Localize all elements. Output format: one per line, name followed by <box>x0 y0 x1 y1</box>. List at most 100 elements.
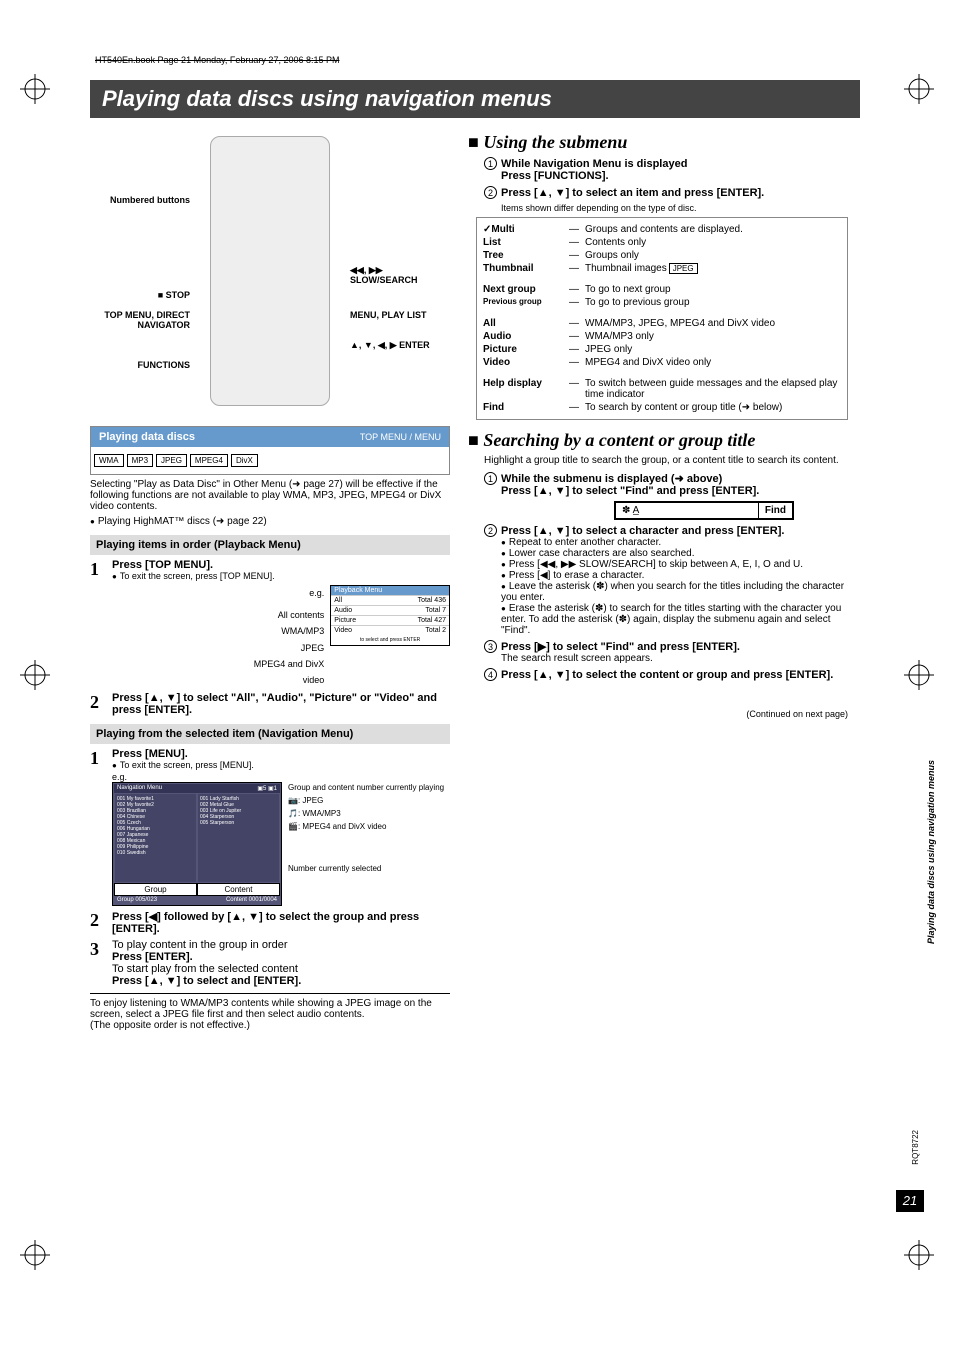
pb-label-jpeg: JPEG <box>230 640 324 656</box>
page-content: Playing data discs using navigation menu… <box>90 80 860 1031</box>
search-b5: Leave the asterisk (✽) when you search f… <box>501 581 848 603</box>
callout-bottom: Number currently selected <box>288 863 444 876</box>
pb-row-r: Total 427 <box>418 617 446 624</box>
chip-mpeg4: MPEG4 <box>190 454 228 467</box>
crop-header: HT540En.book Page 21 Monday, February 27… <box>95 55 340 65</box>
section-using-submenu: Using the submenu <box>468 132 848 153</box>
side-section-label: Playing data discs using navigation menu… <box>926 760 936 944</box>
nav-menu-title: Navigation Menu <box>117 785 162 792</box>
step-topmenu-note: To exit the screen, press [TOP MENU]. <box>112 571 450 581</box>
remote-diagram: Numbered buttons ■ STOP TOP MENU, DIRECT… <box>90 136 450 426</box>
label-slow-search: ◀◀, ▶▶ SLOW/SEARCH <box>350 266 450 286</box>
step-select-all: Press [▲, ▼] to select "All", "Audio", "… <box>112 692 450 716</box>
pb-label-mpeg4: MPEG4 and DivX video <box>230 656 324 688</box>
circled-1-icon: 1 <box>484 157 497 170</box>
nav-status-content: Content 0001/0004 <box>226 897 277 903</box>
pb-row-l: All <box>334 597 342 604</box>
pb-row-l: Picture <box>334 617 356 624</box>
find-input-diagram: ✽ A̲ Find <box>614 501 794 520</box>
crop-mark-icon <box>20 660 50 693</box>
search-b4: Press [◀] to erase a character. <box>501 570 848 581</box>
chip-jpeg: JPEG <box>156 454 187 467</box>
chip-wma: WMA <box>94 454 124 467</box>
intro-bullet: Playing HighMAT™ discs (➜ page 22) <box>90 516 450 527</box>
submenu-s2: Press [▲, ▼] to select an item and press… <box>501 187 764 199</box>
step-number: 2 <box>90 910 104 935</box>
label-menu-playlist: MENU, PLAY LIST <box>350 311 450 321</box>
chip-divx: DivX <box>231 454 258 467</box>
nav-menu-content-btn: Content <box>197 883 280 896</box>
callout-wma: 🎵: WMA/MP3 <box>288 808 444 821</box>
pb-row-l: Video <box>334 627 352 634</box>
page-number: 21 <box>896 1190 924 1212</box>
step-number: 1 <box>90 559 104 581</box>
note-box: To enjoy listening to WMA/MP3 contents w… <box>90 993 450 1031</box>
pb-label-all: All contents <box>230 607 324 623</box>
nav-menu-groups: 001 My favorite1002 My favorite2 003 Bra… <box>115 794 196 882</box>
crop-mark-icon <box>904 660 934 693</box>
eg-label: e.g. <box>230 585 324 601</box>
navigation-menu-diagram: Navigation Menu▣5 ▣1 001 My favorite1002… <box>112 782 282 906</box>
callout-jpeg: 📷: JPEG <box>288 795 444 808</box>
step-menu-note: To exit the screen, press [MENU]. <box>112 760 450 770</box>
search-b2: Lower case characters are also searched. <box>501 548 848 559</box>
search-s3n: The search result screen appears. <box>501 653 848 664</box>
step3-a: To play content in the group in order <box>112 939 450 951</box>
submenu-s1: While Navigation Menu is displayed <box>501 158 687 170</box>
search-b6: Erase the asterisk (✽) to search for the… <box>501 603 848 636</box>
search-s4: Press [▲, ▼] to select the content or gr… <box>501 669 833 681</box>
crop-mark-icon <box>904 74 934 107</box>
box-right-label: TOP MENU / MENU <box>360 432 441 442</box>
crop-mark-icon <box>20 74 50 107</box>
doc-id: RQT8722 <box>911 1130 920 1165</box>
step-menu: Press [MENU]. <box>112 748 450 760</box>
step-number: 1 <box>90 748 104 906</box>
search-s1b: Press [▲, ▼] to select "Find" and press … <box>501 485 848 497</box>
search-s2: Press [▲, ▼] to select a character and p… <box>501 525 784 537</box>
page-title-banner: Playing data discs using navigation menu… <box>90 80 860 118</box>
step-number: 2 <box>90 692 104 716</box>
crop-mark-icon <box>20 1240 50 1273</box>
circled-2-icon: 2 <box>484 524 497 537</box>
circled-3-icon: 3 <box>484 640 497 653</box>
remote-outline <box>210 136 330 406</box>
circled-1-icon: 1 <box>484 472 497 485</box>
submenu-s1b: Press [FUNCTIONS]. <box>501 170 848 182</box>
callout-top: Group and content number currently playi… <box>288 782 444 795</box>
nav-status-group: Group 005/023 <box>117 897 157 903</box>
section-searching: Searching by a content or group title <box>468 430 848 451</box>
pb-menu-head: Playback Menu <box>331 586 449 595</box>
pb-row-l: Audio <box>334 607 352 614</box>
label-functions: FUNCTIONS <box>90 361 190 371</box>
continued-label: (Continued on next page) <box>468 709 848 719</box>
label-numbered-buttons: Numbered buttons <box>90 196 190 206</box>
find-right: Find <box>759 503 792 518</box>
playing-data-discs-box: Playing data discs TOP MENU / MENU WMA M… <box>90 426 450 475</box>
label-topmenu: TOP MENU, DIRECT NAVIGATOR <box>90 311 190 331</box>
eg-label-2: e.g. <box>112 772 450 782</box>
label-stop: ■ STOP <box>90 291 190 301</box>
circled-4-icon: 4 <box>484 668 497 681</box>
crop-mark-icon <box>904 1240 934 1273</box>
pb-row-r: Total 2 <box>425 627 446 634</box>
search-lead: Highlight a group title to search the gr… <box>484 455 848 466</box>
pb-label-wma: WMA/MP3 <box>230 623 324 639</box>
callout-mp4: 🎬: MPEG4 and DivX video <box>288 821 444 834</box>
step-topmenu: Press [TOP MENU]. <box>112 559 450 571</box>
pb-menu-foot: to select and press ENTER <box>331 635 449 645</box>
submenu-note: Items shown differ depending on the type… <box>501 203 848 213</box>
step3-b: Press [ENTER]. <box>112 951 450 963</box>
label-enter: ▲, ▼, ◀, ▶ ENTER <box>350 341 450 351</box>
chip-mp3: MP3 <box>127 454 153 467</box>
nav-menu-contents: 001 Lady Starfish002 Metal Glue 003 Life… <box>198 794 279 882</box>
playback-menu-diagram: Playback Menu AllTotal 436 AudioTotal 7 … <box>330 585 450 646</box>
search-s1a: While the submenu is displayed (➜ above) <box>501 473 722 485</box>
circled-2-icon: 2 <box>484 186 497 199</box>
step-number: 3 <box>90 939 104 987</box>
submenu-table: ✓Multi—Groups and contents are displayed… <box>476 217 848 420</box>
pb-row-r: Total 436 <box>418 597 446 604</box>
find-left: ✽ A̲ <box>616 503 759 518</box>
nav-menu-group-btn: Group <box>114 883 197 896</box>
step3-d: Press [▲, ▼] to select and [ENTER]. <box>112 975 450 987</box>
pb-row-r: Total 7 <box>425 607 446 614</box>
